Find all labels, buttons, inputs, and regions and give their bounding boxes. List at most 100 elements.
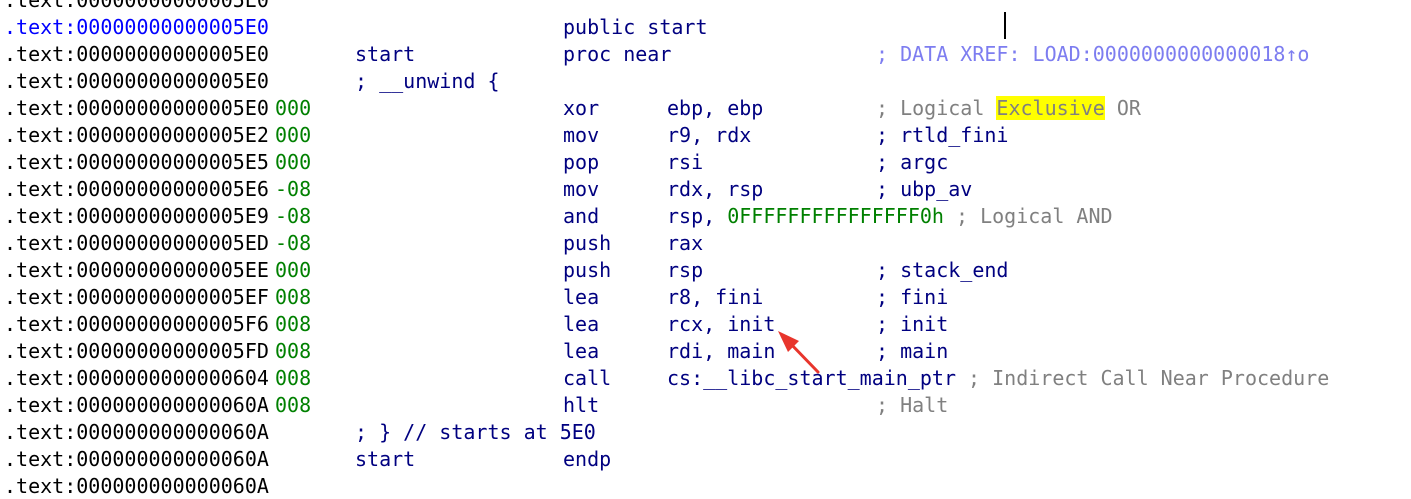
operands[interactable]: rdx, rsp [667,176,763,203]
search-highlight: Exclusive [996,96,1105,120]
unwind-marker: ; __unwind { [355,69,500,93]
listing-line[interactable]: .text:00000000000005E9 -08 and rsp, 0FFF… [0,203,1411,230]
function-label[interactable]: start [355,41,415,68]
operands[interactable]: rcx, init [667,311,775,338]
stack-pointer-value: 008 [275,339,312,363]
listing-line[interactable]: .text:00000000000005E0 000 xor ebp, ebp … [0,95,1411,122]
disassembly-view[interactable]: .text:00000000000005E0 .text:00000000000… [0,0,1411,499]
stack-pointer-value: 000 [275,123,312,147]
auto-comment: ; Indirect Call Near Procedure [955,366,1330,390]
line-address[interactable]: .text:000000000000060A [4,392,269,419]
line-address[interactable]: .text:00000000000005F6 [4,311,269,338]
line-address[interactable]: .text:000000000000060A [4,419,269,446]
line-address[interactable]: .text:00000000000005E0 [4,68,269,95]
stack-pointer-value: 000 [275,96,312,120]
listing-line[interactable]: .text:00000000000005EF 008 lea r8, fini … [0,284,1411,311]
operands[interactable]: ebp, ebp [667,95,763,122]
line-address[interactable]: .text:000000000000060A [4,446,269,473]
directive[interactable]: proc near [563,41,671,68]
listing-line[interactable]: .text:00000000000005E0 public start [0,14,1411,41]
line-address[interactable]: .text:00000000000005EF [4,284,269,311]
listing-line[interactable]: .text:00000000000005ED -08 push rax [0,230,1411,257]
listing-line[interactable]: .text:00000000000005F6 008 lea rcx, init… [0,311,1411,338]
mnemonic[interactable]: push [563,257,611,284]
listing-line[interactable]: .text:00000000000005E0 start proc near ;… [0,41,1411,68]
mnemonic[interactable]: hlt [563,392,599,419]
line-address[interactable]: .text:00000000000005E0 [4,0,269,14]
listing-line[interactable]: .text:00000000000005E0 [0,0,1411,14]
stack-pointer-value: -08 [275,177,312,201]
operands[interactable]: rsp [667,257,703,284]
directive[interactable]: endp [563,446,611,473]
listing-line[interactable]: .text:00000000000005EE 000 push rsp ; st… [0,257,1411,284]
operands[interactable]: rsp, 0FFFFFFFFFFFFFFF0h ; Logical AND [667,203,1113,230]
operands[interactable]: rdi, main [667,338,775,365]
name-comment[interactable]: ; fini [876,284,948,311]
line-address[interactable]: .text:0000000000000604 [4,365,269,392]
stack-pointer-value: 008 [275,366,312,390]
stack-pointer-value: -08 [275,204,312,228]
name-comment[interactable]: ; ubp_av [876,176,972,203]
listing-line[interactable]: .text:00000000000005E5 000 pop rsi ; arg… [0,149,1411,176]
operand-immediate[interactable]: 0FFFFFFFFFFFFFFF0h [727,204,944,228]
function-label[interactable]: start [355,446,415,473]
operands[interactable]: r9, rdx [667,122,751,149]
line-address[interactable]: .text:00000000000005E0 [4,14,269,41]
stack-pointer-value: 000 [275,150,312,174]
line-address[interactable]: .text:00000000000005E0 [4,95,269,122]
mnemonic[interactable]: xor [563,95,599,122]
operands[interactable]: cs:__libc_start_main_ptr ; Indirect Call… [667,365,1329,392]
auto-comment: ; Halt [876,393,949,417]
line-address[interactable]: .text:00000000000005ED [4,230,269,257]
line-address[interactable]: .text:00000000000005E0 [4,41,269,68]
name-comment[interactable]: ; argc [876,149,948,176]
listing-line[interactable]: .text:00000000000005FD 008 lea rdi, main… [0,338,1411,365]
disassembly-listing: .text:00000000000005E0 .text:00000000000… [0,0,1411,499]
xref-comment[interactable]: ; DATA XREF: LOAD:0000000000000018↑o [876,41,1309,68]
mnemonic[interactable]: lea [563,311,599,338]
unwind-end-marker: ; } // starts at 5E0 [355,420,596,444]
line-address[interactable]: .text:00000000000005E2 [4,122,269,149]
listing-line[interactable]: .text:000000000000060A ; } // starts at … [0,419,1411,446]
line-address[interactable]: .text:00000000000005EE [4,257,269,284]
listing-line[interactable]: .text:000000000000060A [0,473,1411,499]
name-comment[interactable]: ; rtld_fini [876,122,1008,149]
line-address[interactable]: .text:000000000000060A [4,473,269,499]
stack-pointer-value: 008 [275,285,312,309]
mnemonic[interactable]: call [563,365,611,392]
line-address[interactable]: .text:00000000000005E9 [4,203,269,230]
mnemonic[interactable]: pop [563,149,599,176]
mnemonic[interactable]: lea [563,284,599,311]
listing-line[interactable]: .text:000000000000060A start endp [0,446,1411,473]
mnemonic[interactable]: mov [563,176,599,203]
line-address[interactable]: .text:00000000000005E6 [4,176,269,203]
name-comment[interactable]: ; stack_end [876,257,1008,284]
listing-line[interactable]: .text:00000000000005E2 000 mov r9, rdx ;… [0,122,1411,149]
operands[interactable]: rsi [667,149,703,176]
stack-pointer-value: -08 [275,231,312,255]
auto-comment: ; Logical AND [943,204,1113,228]
comment-text: ; Logical [876,96,997,120]
listing-line[interactable]: .text:00000000000005E0 ; __unwind { [0,68,1411,95]
stack-pointer-value: 008 [275,312,312,336]
name-comment[interactable]: ; main [876,338,948,365]
line-address[interactable]: .text:00000000000005FD [4,338,269,365]
directive[interactable]: public start [563,14,708,41]
listing-line[interactable]: .text:00000000000005E6 -08 mov rdx, rsp … [0,176,1411,203]
operands[interactable]: r8, fini [667,284,763,311]
operand-register[interactable]: rsp, [667,204,727,228]
operand-pointer[interactable]: cs:__libc_start_main_ptr [667,366,956,390]
listing-line[interactable]: .text:0000000000000604 008 call cs:__lib… [0,365,1411,392]
comment-text: OR [1104,96,1141,120]
name-comment[interactable]: ; init [876,311,948,338]
mnemonic[interactable]: and [563,203,599,230]
text-cursor [1004,12,1006,39]
listing-line[interactable]: .text:000000000000060A 008 hlt ; Halt [0,392,1411,419]
mnemonic[interactable]: lea [563,338,599,365]
stack-pointer-value: 008 [275,393,312,417]
mnemonic[interactable]: mov [563,122,599,149]
stack-pointer-value: 000 [275,258,312,282]
operands[interactable]: rax [667,230,703,257]
line-address[interactable]: .text:00000000000005E5 [4,149,269,176]
mnemonic[interactable]: push [563,230,611,257]
